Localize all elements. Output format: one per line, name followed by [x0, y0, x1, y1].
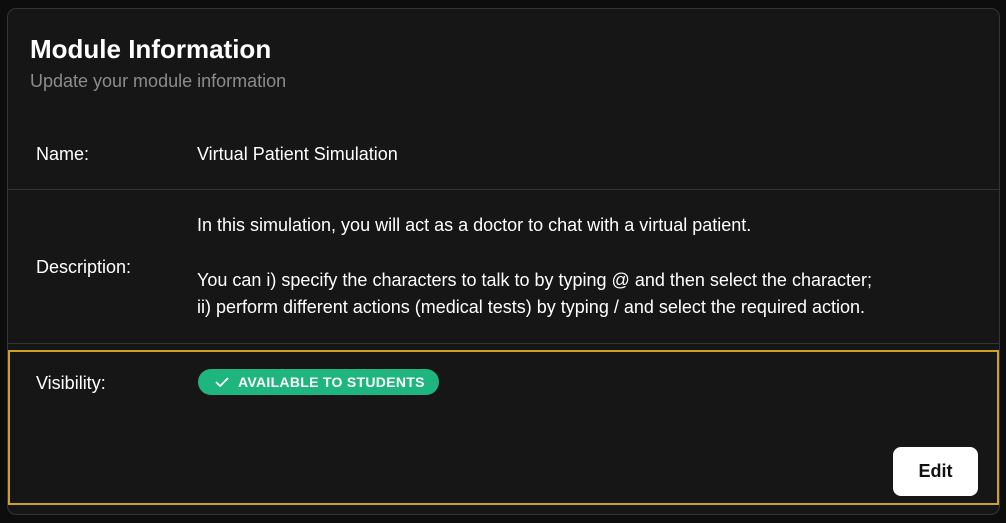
edit-button[interactable]: Edit: [893, 447, 978, 496]
card-subtitle: Update your module information: [30, 71, 287, 91]
visibility-status-badge: AVAILABLE TO STUDENTS: [198, 369, 439, 395]
description-value: In this simulation, you will act as a do…: [197, 212, 872, 321]
description-spacer: [197, 239, 872, 267]
description-line: In this simulation, you will act as a do…: [197, 215, 752, 235]
module-information-card: Module Information Update your module in…: [7, 8, 1000, 515]
check-icon: [214, 374, 230, 390]
name-value: Virtual Patient Simulation: [197, 144, 398, 164]
row-divider: [8, 343, 999, 344]
badge-label: AVAILABLE TO STUDENTS: [238, 374, 425, 390]
description-line: You can i) specify the characters to tal…: [197, 270, 872, 290]
visibility-label: Visibility:: [36, 373, 106, 393]
name-label: Name:: [36, 144, 90, 164]
description-line: ii) perform different actions (medical t…: [197, 297, 865, 317]
card-title: Module Information: [30, 34, 272, 64]
description-label: Description:: [36, 257, 132, 277]
row-divider: [8, 189, 999, 190]
visibility-section: Visibility: AVAILABLE TO STUDENTS Edit: [8, 350, 999, 505]
